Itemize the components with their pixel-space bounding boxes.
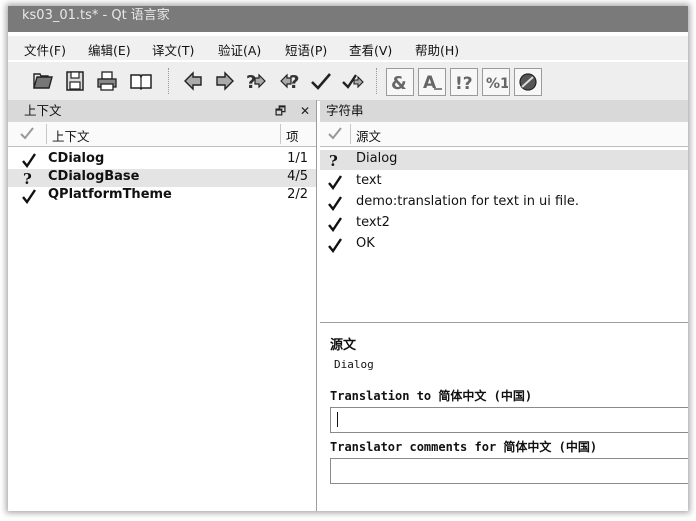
print-icon[interactable]	[94, 68, 120, 94]
header-items[interactable]: 项	[286, 126, 299, 145]
translation-editor: 源文 Dialog Translation to 简体中文 (中国) Trans…	[320, 326, 688, 511]
save-icon[interactable]	[62, 68, 88, 94]
strings-dock-title: 字符串	[320, 100, 688, 122]
context-count: 4/5	[287, 169, 308, 184]
source-label: 源文	[330, 338, 357, 353]
prev-unfinished-icon[interactable]: ?	[244, 68, 270, 94]
ending-punctuation-icon[interactable]: A	[418, 68, 446, 96]
next-arrow-icon[interactable]	[212, 68, 238, 94]
surrounding-whitespace-icon[interactable]	[514, 68, 542, 96]
string-row[interactable]: text2	[320, 214, 688, 234]
toolbar-separator	[168, 68, 171, 94]
svg-text:&: &	[391, 73, 407, 94]
comments-input[interactable]	[330, 458, 688, 484]
context-header: 上下文 项	[8, 122, 316, 147]
string-row[interactable]: ? Dialog	[320, 150, 688, 170]
string-row[interactable]: text	[320, 172, 688, 192]
text-caret	[337, 412, 338, 427]
menu-view[interactable]: 查看(V)	[349, 40, 392, 59]
menu-edit[interactable]: 编辑(E)	[88, 40, 131, 59]
done-check-icon	[328, 195, 342, 212]
done-check-icon	[22, 152, 36, 169]
header-source[interactable]: 源文	[356, 126, 381, 145]
context-dock-title: 上下文 🗗 ✕	[8, 100, 316, 122]
translation-input[interactable]	[330, 407, 688, 433]
header-context[interactable]: 上下文	[52, 126, 90, 145]
menu-validation[interactable]: 验证(A)	[218, 40, 261, 59]
context-count: 1/1	[287, 151, 308, 166]
string-source: OK	[356, 236, 375, 251]
header-divider	[280, 124, 281, 144]
float-icon[interactable]: 🗗	[275, 104, 286, 118]
done-next-icon[interactable]	[340, 68, 366, 94]
done-check-icon	[22, 188, 36, 205]
string-source: text2	[356, 215, 390, 230]
phrasebook-icon[interactable]	[128, 68, 154, 94]
done-check-icon	[328, 174, 342, 191]
next-unfinished-icon[interactable]: ?	[276, 68, 302, 94]
question-icon: ?	[328, 152, 342, 170]
header-check-icon[interactable]	[20, 126, 38, 143]
menu-file[interactable]: 文件(F)	[24, 40, 66, 59]
header-divider	[46, 124, 47, 144]
svg-text:?: ?	[329, 152, 338, 168]
accelerator-check-icon[interactable]: &	[386, 68, 414, 96]
strings-header: 源文	[320, 122, 688, 147]
svg-text:%1: %1	[486, 76, 508, 92]
place-marker-icon[interactable]: %1	[482, 68, 510, 96]
context-row[interactable]: ? CDialogBase 4/5	[8, 169, 316, 188]
done-check-icon	[328, 216, 342, 233]
string-row[interactable]: OK	[320, 235, 688, 255]
context-dock-title-text: 上下文	[24, 103, 62, 118]
menu-help[interactable]: 帮助(H)	[415, 40, 459, 59]
question-icon: ?	[22, 170, 36, 188]
svg-text:?: ?	[23, 170, 32, 186]
context-row[interactable]: CDialog 1/1	[8, 151, 316, 169]
svg-text:?: ?	[289, 72, 299, 93]
window-title: ks03_01.ts* - Qt 语言家	[22, 8, 170, 23]
prev-arrow-icon[interactable]	[180, 68, 206, 94]
header-check-icon[interactable]	[328, 126, 342, 143]
context-dock: 上下文 🗗 ✕ 上下文 项 CDialog 1/1 ? CDialogBase …	[8, 100, 317, 511]
menu-bar: 文件(F) 编辑(E) 译文(T) 验证(A) 短语(P) 查看(V) 帮助(H…	[8, 36, 688, 60]
string-row[interactable]: demo:translation for text in ui file.	[320, 193, 688, 213]
menu-translation[interactable]: 译文(T)	[152, 40, 194, 59]
string-source: demo:translation for text in ui file.	[356, 194, 579, 209]
app-window: ks03_01.ts* - Qt 语言家 文件(F) 编辑(E) 译文(T) 验…	[8, 6, 688, 511]
source-text: Dialog	[334, 358, 374, 371]
svg-text:!?: !?	[455, 74, 473, 94]
svg-text:A: A	[423, 73, 437, 93]
translation-label: Translation to 简体中文 (中国)	[330, 389, 533, 403]
close-icon[interactable]: ✕	[300, 104, 310, 118]
context-count: 2/2	[287, 187, 308, 202]
title-bar: ks03_01.ts* - Qt 语言家	[8, 6, 688, 32]
done-check-icon	[328, 237, 342, 254]
context-name: CDialog	[48, 151, 105, 166]
open-icon[interactable]	[30, 68, 56, 94]
toolbar: ? ? & A !? %1	[8, 62, 688, 101]
toolbar-separator	[376, 68, 379, 94]
context-row[interactable]: QPlatformTheme 2/2	[8, 187, 316, 205]
context-name: QPlatformTheme	[48, 187, 172, 202]
strings-dock-title-text: 字符串	[326, 103, 364, 118]
string-source: Dialog	[356, 151, 398, 166]
context-name: CDialogBase	[48, 169, 140, 184]
menu-phrases[interactable]: 短语(P)	[285, 40, 327, 59]
header-divider	[350, 124, 351, 144]
phrase-match-icon[interactable]: !?	[450, 68, 478, 96]
done-check-icon[interactable]	[308, 68, 334, 94]
string-source: text	[356, 173, 382, 188]
strings-list: 源文 ? Dialog text demo:translation for te…	[320, 122, 688, 323]
comments-label: Translator comments for 简体中文 (中国)	[330, 440, 598, 454]
strings-dock: 字符串 源文 ? Dialog text demo:translation fo…	[320, 100, 688, 511]
